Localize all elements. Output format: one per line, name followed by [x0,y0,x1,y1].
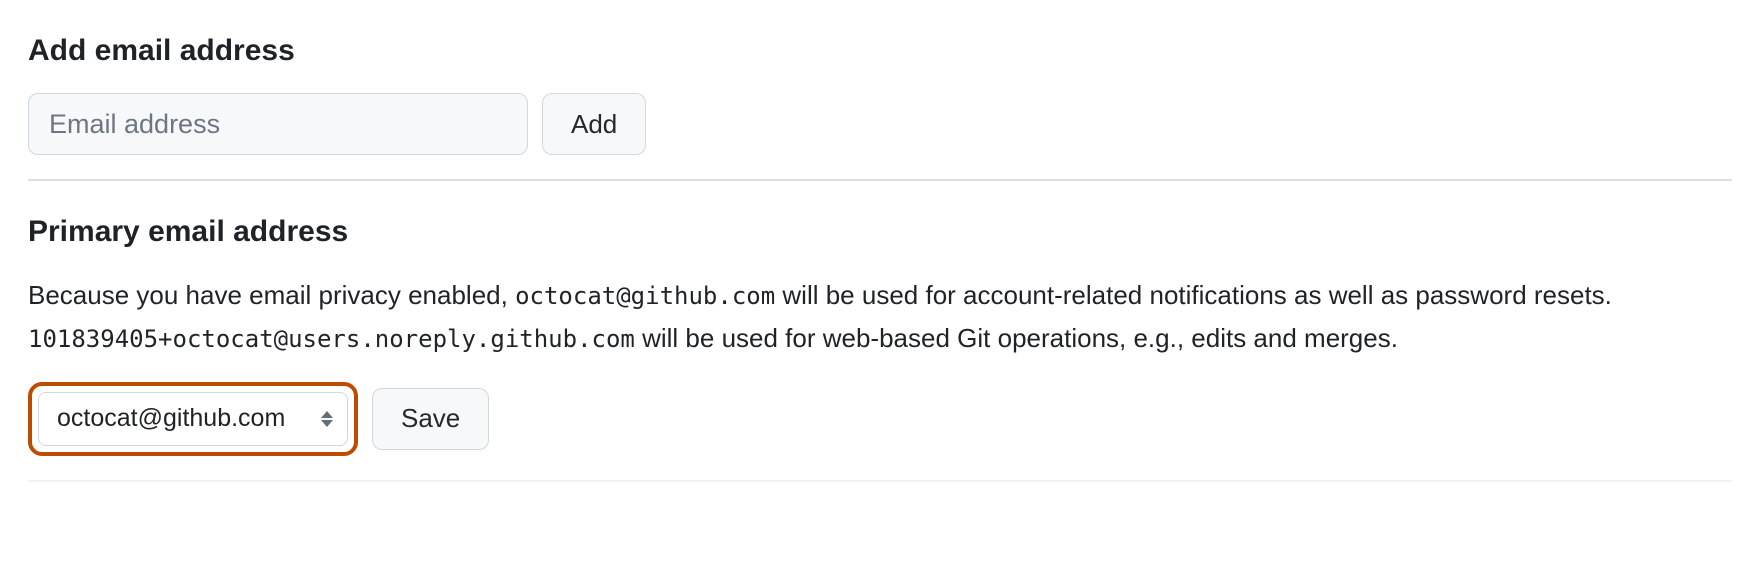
desc-text-1: Because you have email privacy enabled, [28,280,515,310]
up-down-caret-icon [321,411,333,427]
desc-text-2: will be used for account-related notific… [775,280,1612,310]
primary-email-select-highlight: octocat@github.com [28,382,358,456]
primary-email-title: Primary email address [28,209,1732,254]
add-email-row: Add [28,93,1732,155]
email-input[interactable] [28,93,528,155]
section-divider-bottom [28,480,1732,482]
primary-email-select-value: octocat@github.com [57,400,285,438]
save-button[interactable]: Save [372,388,489,450]
section-divider [28,179,1732,181]
add-email-section: Add email address Add [28,28,1732,155]
primary-email-mono: octocat@github.com [515,282,775,310]
add-email-title: Add email address [28,28,1732,73]
primary-email-description: Because you have email privacy enabled, … [28,274,1732,360]
noreply-email-mono: 101839405+octocat@users.noreply.github.c… [28,325,635,353]
add-button[interactable]: Add [542,93,646,155]
primary-email-row: octocat@github.com Save [28,382,1732,456]
desc-text-3: will be used for web-based Git operation… [635,323,1398,353]
primary-email-select[interactable]: octocat@github.com [38,392,348,446]
primary-email-section: Primary email address Because you have e… [28,209,1732,456]
